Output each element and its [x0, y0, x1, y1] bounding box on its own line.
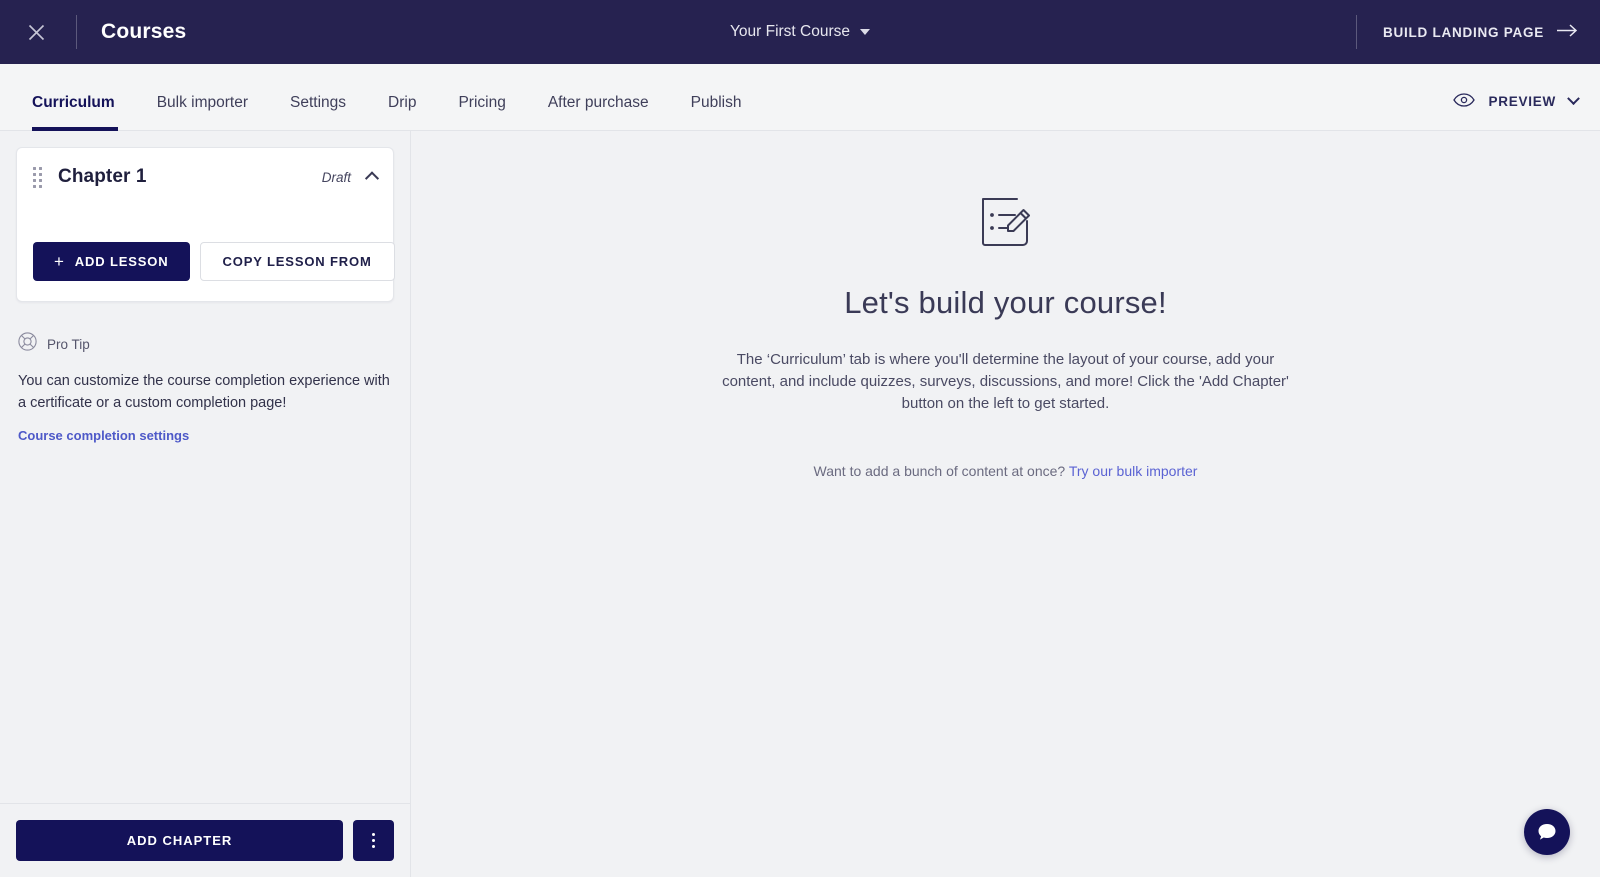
add-lesson-label: ADD LESSON [74, 254, 169, 269]
chevron-up-icon[interactable] [364, 171, 380, 186]
preview-button[interactable]: PREVIEW [1453, 92, 1580, 130]
tab-pricing[interactable]: Pricing [437, 94, 526, 131]
course-selector[interactable]: Your First Course [729, 23, 871, 41]
course-completion-settings-link[interactable]: Course completion settings [18, 428, 189, 443]
empty-state: Let's build your course! The ‘Curriculum… [706, 131, 1306, 877]
status-badge: Draft [321, 169, 351, 185]
close-icon[interactable] [20, 16, 52, 48]
pro-tip-header: Pro Tip [18, 332, 392, 356]
copy-lesson-from-button[interactable]: COPY LESSON FROM [199, 242, 395, 281]
sidebar-content: Chapter 1 Draft + ADD LESSON COPY LESSON… [0, 131, 410, 803]
chapter-actions: + ADD LESSON COPY LESSON FROM [33, 242, 395, 281]
lifebuoy-icon [18, 332, 37, 356]
bulk-importer-prompt: Want to add a bunch of content at once? … [706, 463, 1306, 479]
tab-list: Curriculum Bulk importer Settings Drip P… [32, 64, 763, 131]
top-bar-divider [76, 15, 77, 49]
tab-bar: Curriculum Bulk importer Settings Drip P… [0, 64, 1600, 131]
top-bar-right: BUILD LANDING PAGE [1356, 0, 1600, 64]
plus-icon: + [54, 251, 65, 271]
build-landing-page-button[interactable]: BUILD LANDING PAGE [1383, 24, 1578, 40]
eye-icon [1453, 93, 1476, 110]
drag-handle-icon[interactable] [33, 166, 47, 188]
course-name: Your First Course [729, 23, 851, 40]
tab-settings[interactable]: Settings [269, 94, 367, 131]
pro-tip: Pro Tip You can customize the course com… [16, 302, 394, 445]
app-title: Courses [101, 20, 187, 43]
try-bulk-importer-link[interactable]: Try our bulk importer [1069, 463, 1198, 479]
empty-state-title: Let's build your course! [844, 285, 1167, 320]
chapter-card: Chapter 1 Draft + ADD LESSON COPY LESSON… [16, 147, 395, 302]
tab-drip[interactable]: Drip [367, 94, 437, 131]
tab-after-purchase[interactable]: After purchase [527, 94, 670, 131]
bulk-importer-prompt-text: Want to add a bunch of content at once? [813, 463, 1069, 479]
curriculum-sidebar: Chapter 1 Draft + ADD LESSON COPY LESSON… [0, 131, 411, 877]
more-vertical-icon[interactable] [353, 820, 394, 861]
page-body: Chapter 1 Draft + ADD LESSON COPY LESSON… [0, 131, 1600, 877]
add-chapter-button[interactable]: ADD CHAPTER [16, 820, 343, 861]
top-bar-divider-right [1356, 15, 1357, 49]
chevron-down-icon [1567, 92, 1580, 106]
tab-publish[interactable]: Publish [670, 94, 763, 131]
top-bar-left: Courses [0, 0, 186, 64]
sidebar-footer: ADD CHAPTER [0, 803, 410, 877]
caret-down-icon [860, 29, 871, 35]
chapter-header: Chapter 1 Draft [33, 166, 380, 188]
chapter-meta: Draft [321, 169, 380, 186]
pro-tip-body: You can customize the course completion … [18, 373, 390, 411]
main-panel: Let's build your course! The ‘Curriculum… [411, 131, 1600, 877]
chat-bubble-icon[interactable] [1524, 809, 1570, 855]
build-landing-page-label: BUILD LANDING PAGE [1383, 24, 1544, 40]
note-pencil-icon [977, 193, 1035, 251]
tab-bulk-importer[interactable]: Bulk importer [136, 94, 269, 131]
top-bar: Courses Your First Course BUILD LANDING … [0, 0, 1600, 64]
chapter-title: Chapter 1 [58, 166, 147, 187]
preview-label: PREVIEW [1488, 94, 1556, 109]
add-lesson-button[interactable]: + ADD LESSON [33, 242, 190, 281]
empty-state-description: The ‘Curriculum’ tab is where you'll det… [722, 351, 1289, 412]
tab-curriculum[interactable]: Curriculum [32, 94, 136, 131]
arrow-right-icon [1557, 24, 1578, 40]
pro-tip-label: Pro Tip [47, 336, 90, 352]
